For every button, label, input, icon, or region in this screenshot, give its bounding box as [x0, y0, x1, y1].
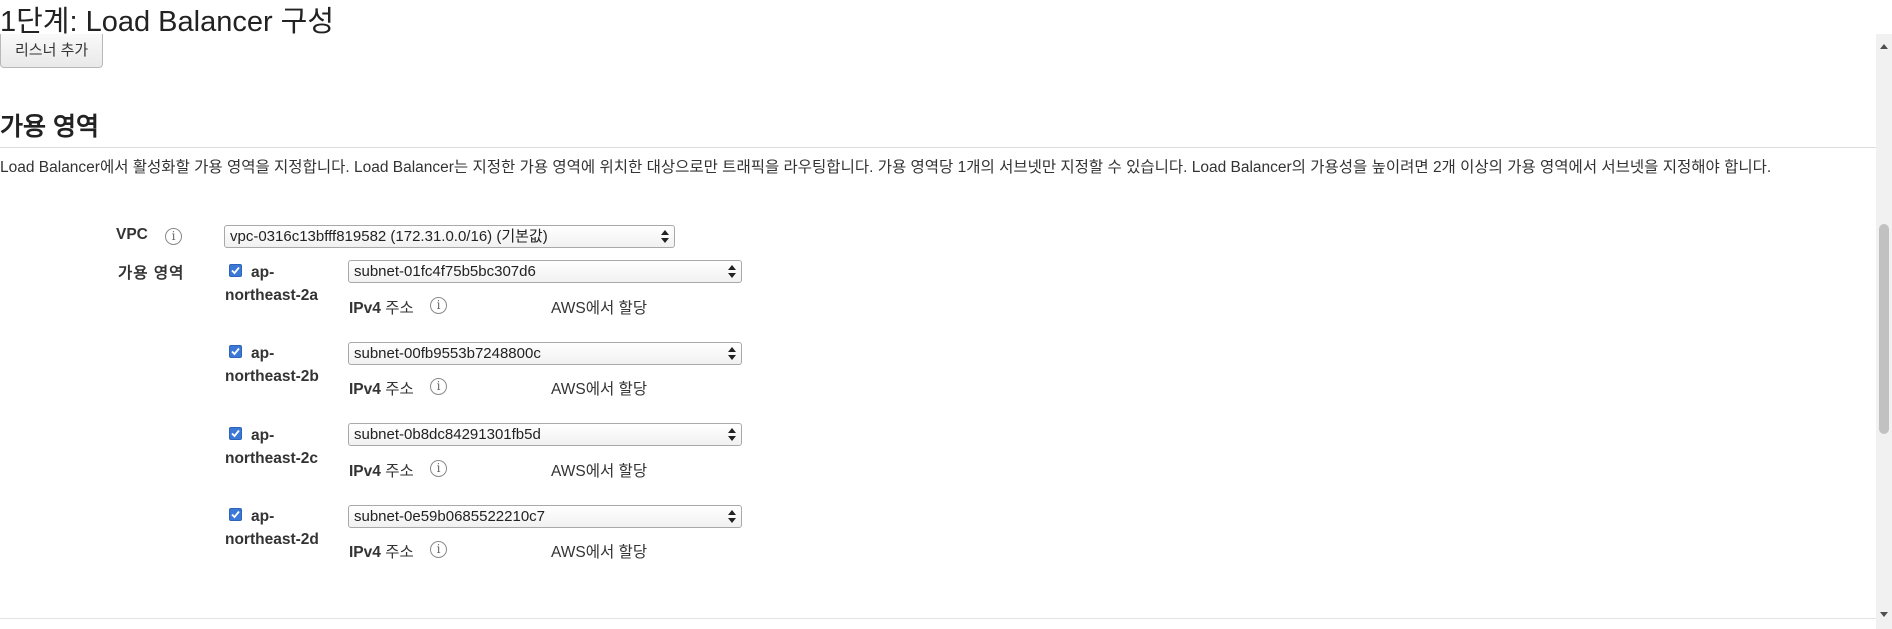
vpc-info-icon[interactable]: i — [165, 228, 182, 245]
ipv4-value-2a: AWS에서 할당 — [551, 300, 648, 317]
ipv4-label-2d: IPv4 주소 — [349, 544, 414, 561]
select-arrows-icon — [728, 510, 736, 523]
subnet-select-2a-value: subnet-01fc4f75b5bc307d6 — [354, 263, 536, 280]
az-checkbox-2c[interactable] — [229, 427, 242, 440]
az-name-2d-line2: northeast-2d — [225, 531, 319, 548]
ipv4-value-2c: AWS에서 할당 — [551, 463, 648, 480]
az-name-2c-line1: ap- — [251, 427, 275, 444]
subnet-select-2a[interactable]: subnet-01fc4f75b5bc307d6 — [348, 260, 742, 283]
ipv4-info-icon-2c[interactable]: i — [430, 460, 447, 477]
az-checkbox-2b[interactable] — [229, 345, 242, 358]
scroll-up-icon[interactable] — [1880, 44, 1888, 49]
ipv4-value-2b: AWS에서 할당 — [551, 381, 648, 398]
subnet-select-2b-value: subnet-00fb9553b7248800c — [354, 345, 541, 362]
az-name-2a-line1: ap- — [251, 264, 275, 281]
checkmark-icon — [231, 429, 240, 438]
az-checkbox-2a[interactable] — [229, 264, 242, 277]
vertical-scrollbar[interactable] — [1876, 34, 1892, 629]
ipv4-info-icon-2b[interactable]: i — [430, 378, 447, 395]
checkmark-icon — [231, 510, 240, 519]
ipv4-label-2b: IPv4 주소 — [349, 381, 414, 398]
scroll-down-icon[interactable] — [1880, 612, 1888, 617]
az-name-2c-line2: northeast-2c — [225, 450, 319, 467]
select-arrows-icon — [728, 347, 736, 360]
az-checkbox-2d[interactable] — [229, 508, 242, 521]
select-arrows-icon — [728, 428, 736, 441]
az-name-2a-line2: northeast-2a — [225, 287, 319, 304]
vpc-label: VPC — [116, 226, 148, 243]
az-name-2d-line1: ap- — [251, 508, 275, 525]
availability-zones-title: 가용 영역 — [0, 113, 99, 141]
subnet-select-2c[interactable]: subnet-0b8dc84291301fb5d — [348, 423, 742, 446]
az-name-2b-line2: northeast-2b — [225, 368, 319, 385]
checkmark-icon — [231, 266, 240, 275]
az-label: 가용 영역 — [118, 265, 185, 282]
ipv4-info-icon-2d[interactable]: i — [430, 541, 447, 558]
bottom-divider — [0, 618, 1876, 619]
ipv4-info-icon-2a[interactable]: i — [430, 297, 447, 314]
add-listener-button[interactable]: 리스너 추가 — [0, 34, 104, 68]
subnet-select-2b[interactable]: subnet-00fb9553b7248800c — [348, 342, 742, 365]
subnet-select-2d-value: subnet-0e59b0685522210c7 — [354, 508, 546, 525]
ipv4-label-2a: IPv4 주소 — [349, 300, 414, 317]
ipv4-value-2d: AWS에서 할당 — [551, 544, 648, 561]
select-arrows-icon — [728, 265, 736, 278]
az-name-2b-line1: ap- — [251, 345, 275, 362]
ipv4-label-2c: IPv4 주소 — [349, 463, 414, 480]
checkmark-icon — [231, 347, 240, 356]
vpc-select-value: vpc-0316c13bfff819582 (172.31.0.0/16) (기… — [230, 228, 548, 245]
subnet-select-2d[interactable]: subnet-0e59b0685522210c7 — [348, 505, 742, 528]
section-divider — [0, 147, 1878, 148]
subnet-select-2c-value: subnet-0b8dc84291301fb5d — [354, 426, 541, 443]
select-arrows-icon — [661, 230, 669, 243]
scrollbar-thumb[interactable] — [1879, 224, 1889, 434]
availability-zones-description: Load Balancer에서 활성화할 가용 영역을 지정합니다. Load … — [0, 159, 1772, 176]
vpc-select[interactable]: vpc-0316c13bfff819582 (172.31.0.0/16) (기… — [224, 225, 675, 248]
